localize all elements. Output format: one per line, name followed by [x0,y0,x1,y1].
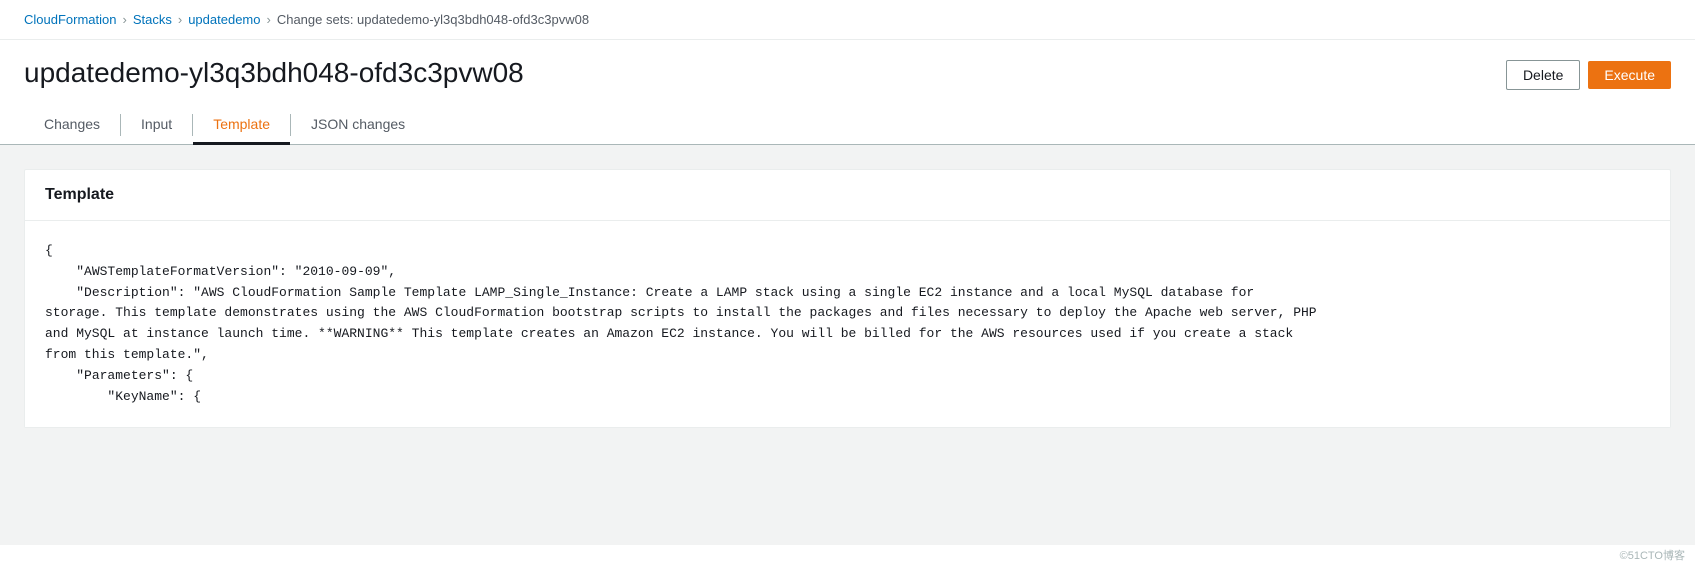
tab-input[interactable]: Input [121,106,192,145]
delete-button[interactable]: Delete [1506,60,1580,90]
breadcrumb-changeset: Change sets: updatedemo-yl3q3bdh048-ofd3… [277,12,589,27]
breadcrumb-updatedemo[interactable]: updatedemo [188,12,260,27]
tab-template[interactable]: Template [193,106,290,145]
breadcrumb-sep-3: › [266,12,270,27]
watermark: ©51CTO博客 [1620,547,1685,563]
template-section: Template { "AWSTemplateFormatVersion": "… [24,169,1671,428]
breadcrumb: CloudFormation › Stacks › updatedemo › C… [0,0,1695,40]
tabs: Changes Input Template JSON changes [24,106,1671,144]
breadcrumb-cloudformation[interactable]: CloudFormation [24,12,117,27]
tab-changes[interactable]: Changes [24,106,120,145]
breadcrumb-stacks[interactable]: Stacks [133,12,172,27]
template-section-title: Template [45,186,114,203]
tab-json-changes[interactable]: JSON changes [291,106,425,145]
breadcrumb-sep-1: › [123,12,127,27]
header-actions: Delete Execute [1506,56,1671,90]
template-code-container: { "AWSTemplateFormatVersion": "2010-09-0… [25,221,1670,427]
page-title: updatedemo-yl3q3bdh048-ofd3c3pvw08 [24,56,524,90]
template-section-header: Template [25,170,1670,221]
content-area: Template { "AWSTemplateFormatVersion": "… [0,145,1695,545]
execute-button[interactable]: Execute [1588,61,1671,89]
breadcrumb-sep-2: › [178,12,182,27]
page-header: updatedemo-yl3q3bdh048-ofd3c3pvw08 Delet… [0,40,1695,90]
tabs-container: Changes Input Template JSON changes [0,90,1695,145]
template-code: { "AWSTemplateFormatVersion": "2010-09-0… [45,241,1650,407]
